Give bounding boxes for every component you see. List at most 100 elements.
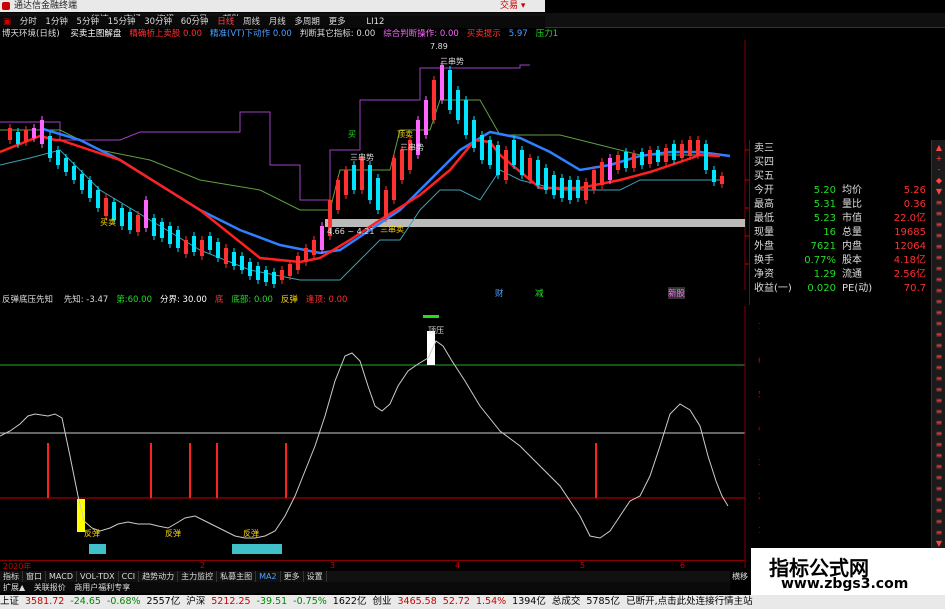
- toolbar-icon[interactable]: ≡: [934, 407, 944, 417]
- toolbar-icon[interactable]: ≡: [934, 308, 944, 318]
- toolbar-icon[interactable]: ≡: [934, 209, 944, 219]
- candle-body: [504, 150, 508, 180]
- main-indicator-name[interactable]: 博天环境(日线): [2, 29, 60, 39]
- indicator-tab[interactable]: 趋势动力: [139, 571, 179, 582]
- indicator-tab[interactable]: VOL-TDX: [77, 571, 119, 582]
- toolbar-icon[interactable]: ≡: [934, 385, 944, 395]
- period-tab-30min[interactable]: 30分钟: [141, 17, 175, 27]
- status-item: 上证: [0, 596, 20, 607]
- candle-body: [176, 230, 180, 248]
- scroll-mode-button[interactable]: 横移: [732, 571, 748, 582]
- toolbar-icon[interactable]: ≡: [934, 220, 944, 230]
- toolbar-icon[interactable]: ≡: [934, 253, 944, 263]
- indicator-tab[interactable]: 主力监控: [178, 571, 218, 582]
- period-tab-daily[interactable]: 日线: [214, 17, 237, 27]
- indicator-tab[interactable]: CCI: [119, 571, 140, 582]
- quote-label: 买五: [754, 171, 774, 182]
- candle-body: [632, 154, 636, 168]
- toolbar-icon[interactable]: ≡: [934, 275, 944, 285]
- period-tab-1min[interactable]: 1分钟: [42, 17, 70, 27]
- toolbar-icon[interactable]: +: [934, 154, 944, 164]
- period-menu-icon[interactable]: ▣: [0, 16, 14, 28]
- candle-body: [448, 70, 452, 110]
- indicator-tab[interactable]: 设置: [304, 571, 327, 582]
- toolbar-icon[interactable]: ≡: [934, 396, 944, 406]
- event-marker-reduce[interactable]: 减: [535, 287, 544, 299]
- status-item: 总成交: [551, 596, 581, 607]
- oscillator-chart[interactable]: 顶压 反弹 反弹 反弹 70.00 60.00 50.00 40.00 30.00 20.…: [0, 306, 760, 568]
- candle-body: [200, 240, 204, 256]
- period-tab-more[interactable]: 更多: [326, 17, 349, 27]
- indicator-tab[interactable]: MA2: [256, 571, 281, 582]
- toolbar-icon[interactable]: ≡: [934, 451, 944, 461]
- period-tab-weekly[interactable]: 周线: [240, 17, 263, 27]
- indicator-tab[interactable]: 更多: [281, 571, 304, 582]
- toolbar-icon[interactable]: ≡: [934, 330, 944, 340]
- toolbar-icon[interactable]: ▲: [934, 143, 944, 153]
- candle-body: [296, 256, 300, 270]
- indicator-tab[interactable]: 私募主图: [217, 571, 257, 582]
- toolbar-icon[interactable]: ≡: [934, 286, 944, 296]
- toolbar-icon[interactable]: ≡: [934, 363, 944, 373]
- toolbar-icon[interactable]: ≡: [934, 473, 944, 483]
- toolbar-icon[interactable]: ≡: [934, 506, 944, 516]
- indicator-tab[interactable]: 指标: [0, 571, 23, 582]
- user-benefit-tab[interactable]: 商用户福利专享: [74, 583, 130, 592]
- status-item: 5212.25: [211, 596, 251, 607]
- period-tab-multi[interactable]: 多周期: [291, 17, 323, 27]
- toolbar-icon[interactable]: ≡: [934, 231, 944, 241]
- osc-axis-label: 60.00: [758, 356, 760, 365]
- toolbar-icon[interactable]: ≡: [934, 264, 944, 274]
- period-tab-15min[interactable]: 15分钟: [105, 17, 139, 27]
- toolbar-icon[interactable]: ≡: [934, 462, 944, 472]
- period-tab-monthly[interactable]: 月线: [266, 17, 289, 27]
- quote-label: 最低: [754, 213, 774, 224]
- toolbar-icon[interactable]: ≡: [934, 341, 944, 351]
- candle-body: [616, 155, 620, 170]
- candle-body: [288, 264, 292, 276]
- toolbar-icon[interactable]: ≡: [934, 319, 944, 329]
- event-marker-finance[interactable]: 财: [495, 287, 504, 299]
- sub-indicator-value: 底: [214, 295, 224, 305]
- osc-axis-label: 40.00: [758, 424, 760, 433]
- extend-button[interactable]: 扩展▲: [3, 583, 25, 592]
- toolbar-icon[interactable]: ≡: [934, 429, 944, 439]
- status-item: 创业: [372, 596, 392, 607]
- indicator-tab[interactable]: 窗口: [23, 571, 46, 582]
- candle-body: [312, 240, 316, 255]
- toolbar-icon[interactable]: ≡: [934, 484, 944, 494]
- sub-indicator-name[interactable]: 反弹底压先知: [2, 295, 53, 305]
- toolbar-icon[interactable]: ≡: [934, 352, 944, 362]
- toolbar-icon[interactable]: ≡: [934, 495, 944, 505]
- indicator-tab[interactable]: MACD: [46, 571, 77, 582]
- toolbar-icon[interactable]: ≡: [934, 440, 944, 450]
- quote-row: 最高 5.31 量比 0.36: [754, 198, 930, 211]
- event-marker-ipo[interactable]: 新股: [668, 287, 686, 299]
- period-tab-5min[interactable]: 5分钟: [74, 17, 102, 27]
- candle-body: [648, 150, 652, 164]
- candle-body: [368, 165, 372, 200]
- quote-value: 4.18亿: [893, 255, 926, 266]
- pattern-label: 三串卖: [380, 225, 404, 234]
- side-toolbar[interactable]: ▲ + - ◆ ▼ ≡ ≡ ≡ ≡ ≡ ≡ ≡ ≡ ≡ ≡ ≡ ≡ ≡ ≡ ≡ ≡ ≡ ≡ ≡ ≡ ≡ ≡ ≡ ≡ ≡ ≡ ≡ ≡ ≡ ≡ ≡ ▼: [931, 140, 945, 570]
- period-tab-60min[interactable]: 60分钟: [178, 17, 212, 27]
- toolbar-icon[interactable]: ≡: [934, 374, 944, 384]
- status-item: 1.54%: [475, 596, 507, 607]
- price-chart[interactable]: 7.89 4.66 ~ 4.21 买 顶卖 三串势 三串势 三串势 三串卖 买卖…: [0, 40, 750, 290]
- related-quote-tab[interactable]: 关联报价: [34, 583, 66, 592]
- trade-menu-button[interactable]: 交易 ▾: [500, 0, 525, 12]
- toolbar-icon[interactable]: ◆: [934, 176, 944, 186]
- toolbar-icon[interactable]: ≡: [934, 297, 944, 307]
- sub-indicator-value: 逢顶: 0.00: [305, 295, 348, 305]
- toolbar-icon[interactable]: ≡: [934, 528, 944, 538]
- candle-body: [424, 100, 428, 135]
- candle-body: [48, 136, 52, 158]
- sub-indicator-value: 第:60.00: [116, 295, 152, 305]
- period-tab-intraday[interactable]: 分时: [17, 17, 40, 27]
- toolbar-icon[interactable]: -: [934, 165, 944, 175]
- toolbar-icon[interactable]: ≡: [934, 418, 944, 428]
- toolbar-icon[interactable]: ≡: [934, 242, 944, 252]
- toolbar-icon[interactable]: ▼: [934, 187, 944, 197]
- toolbar-icon[interactable]: ≡: [934, 517, 944, 527]
- toolbar-icon[interactable]: ≡: [934, 198, 944, 208]
